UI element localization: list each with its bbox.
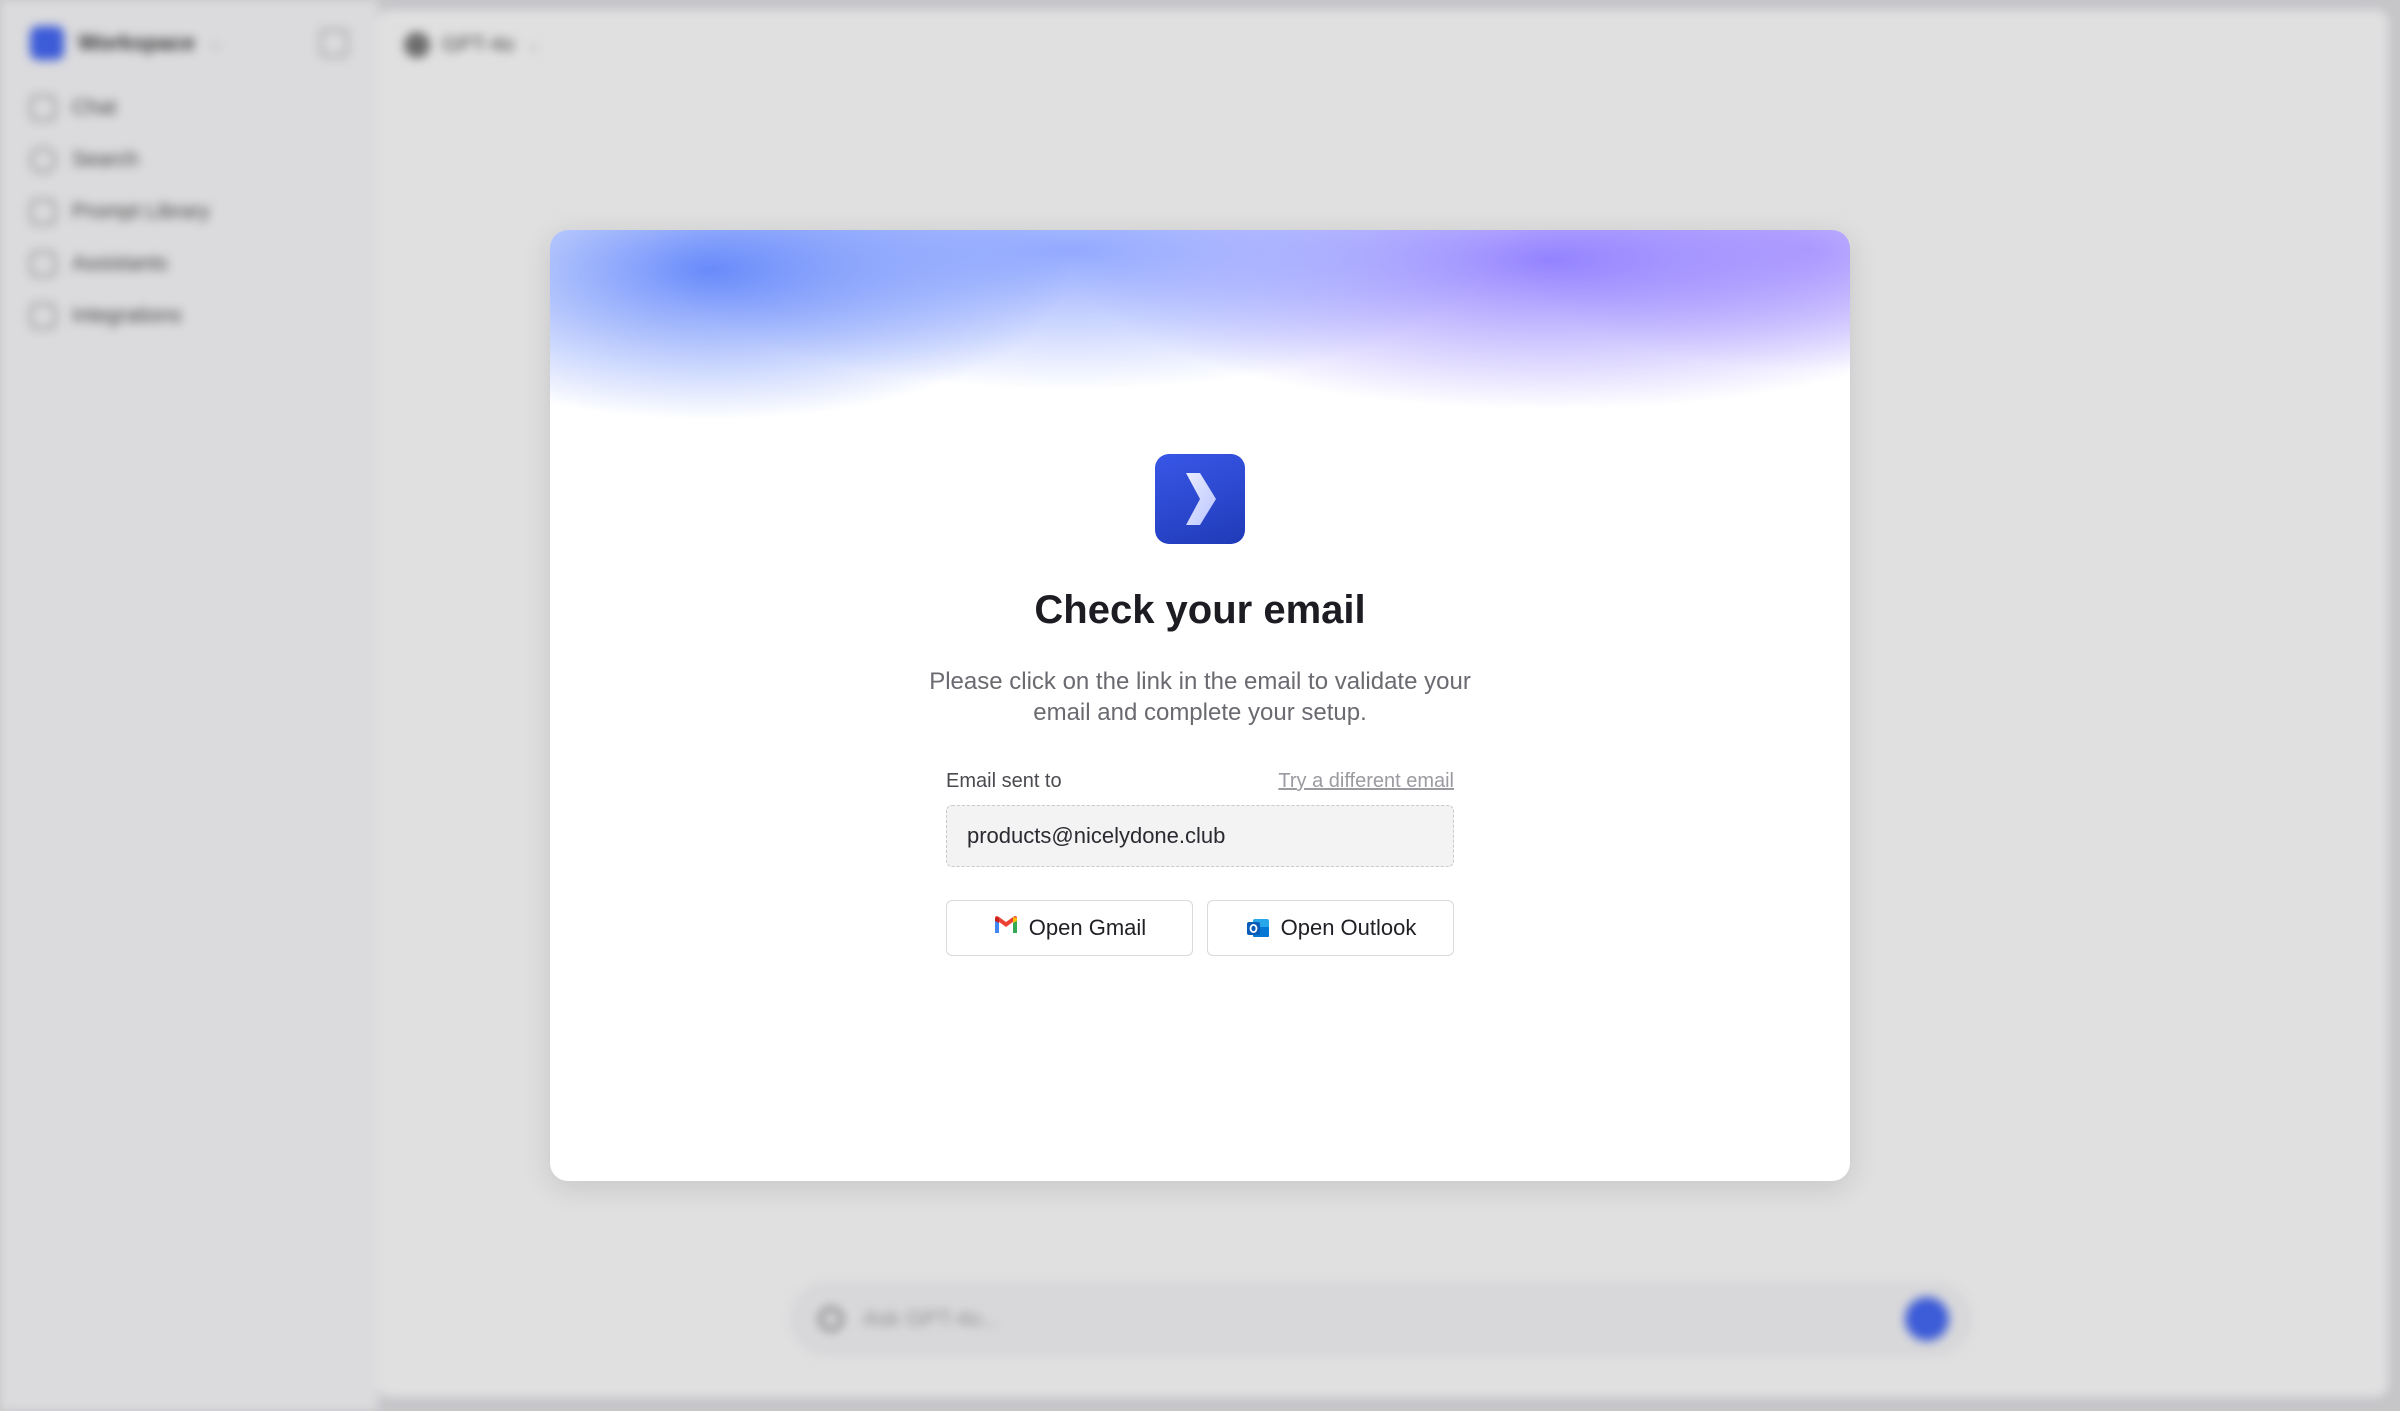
modal-title: Check your email	[1034, 588, 1366, 632]
email-field-header: Email sent to Try a different email	[946, 770, 1454, 793]
outlook-icon	[1245, 915, 1271, 941]
email-value: products@nicelydone.club	[967, 823, 1226, 848]
open-gmail-button[interactable]: Open Gmail	[946, 900, 1193, 956]
email-field-label: Email sent to	[946, 770, 1062, 792]
modal-header-gradient	[550, 230, 1850, 470]
email-sent-to-field: products@nicelydone.club	[946, 805, 1454, 867]
open-outlook-button[interactable]: Open Outlook	[1207, 900, 1454, 956]
open-gmail-label: Open Gmail	[1028, 915, 1147, 940]
app-logo-icon	[1155, 454, 1245, 544]
try-different-email-link[interactable]: Try a different email	[1278, 770, 1454, 793]
gmail-icon	[993, 915, 1019, 941]
open-outlook-label: Open Outlook	[1280, 915, 1417, 940]
check-email-modal: Check your email Please click on the lin…	[550, 230, 1850, 1181]
mail-client-buttons: Open Gmail Open Outlook	[946, 900, 1454, 956]
modal-description: Please click on the link in the email to…	[929, 668, 1471, 726]
